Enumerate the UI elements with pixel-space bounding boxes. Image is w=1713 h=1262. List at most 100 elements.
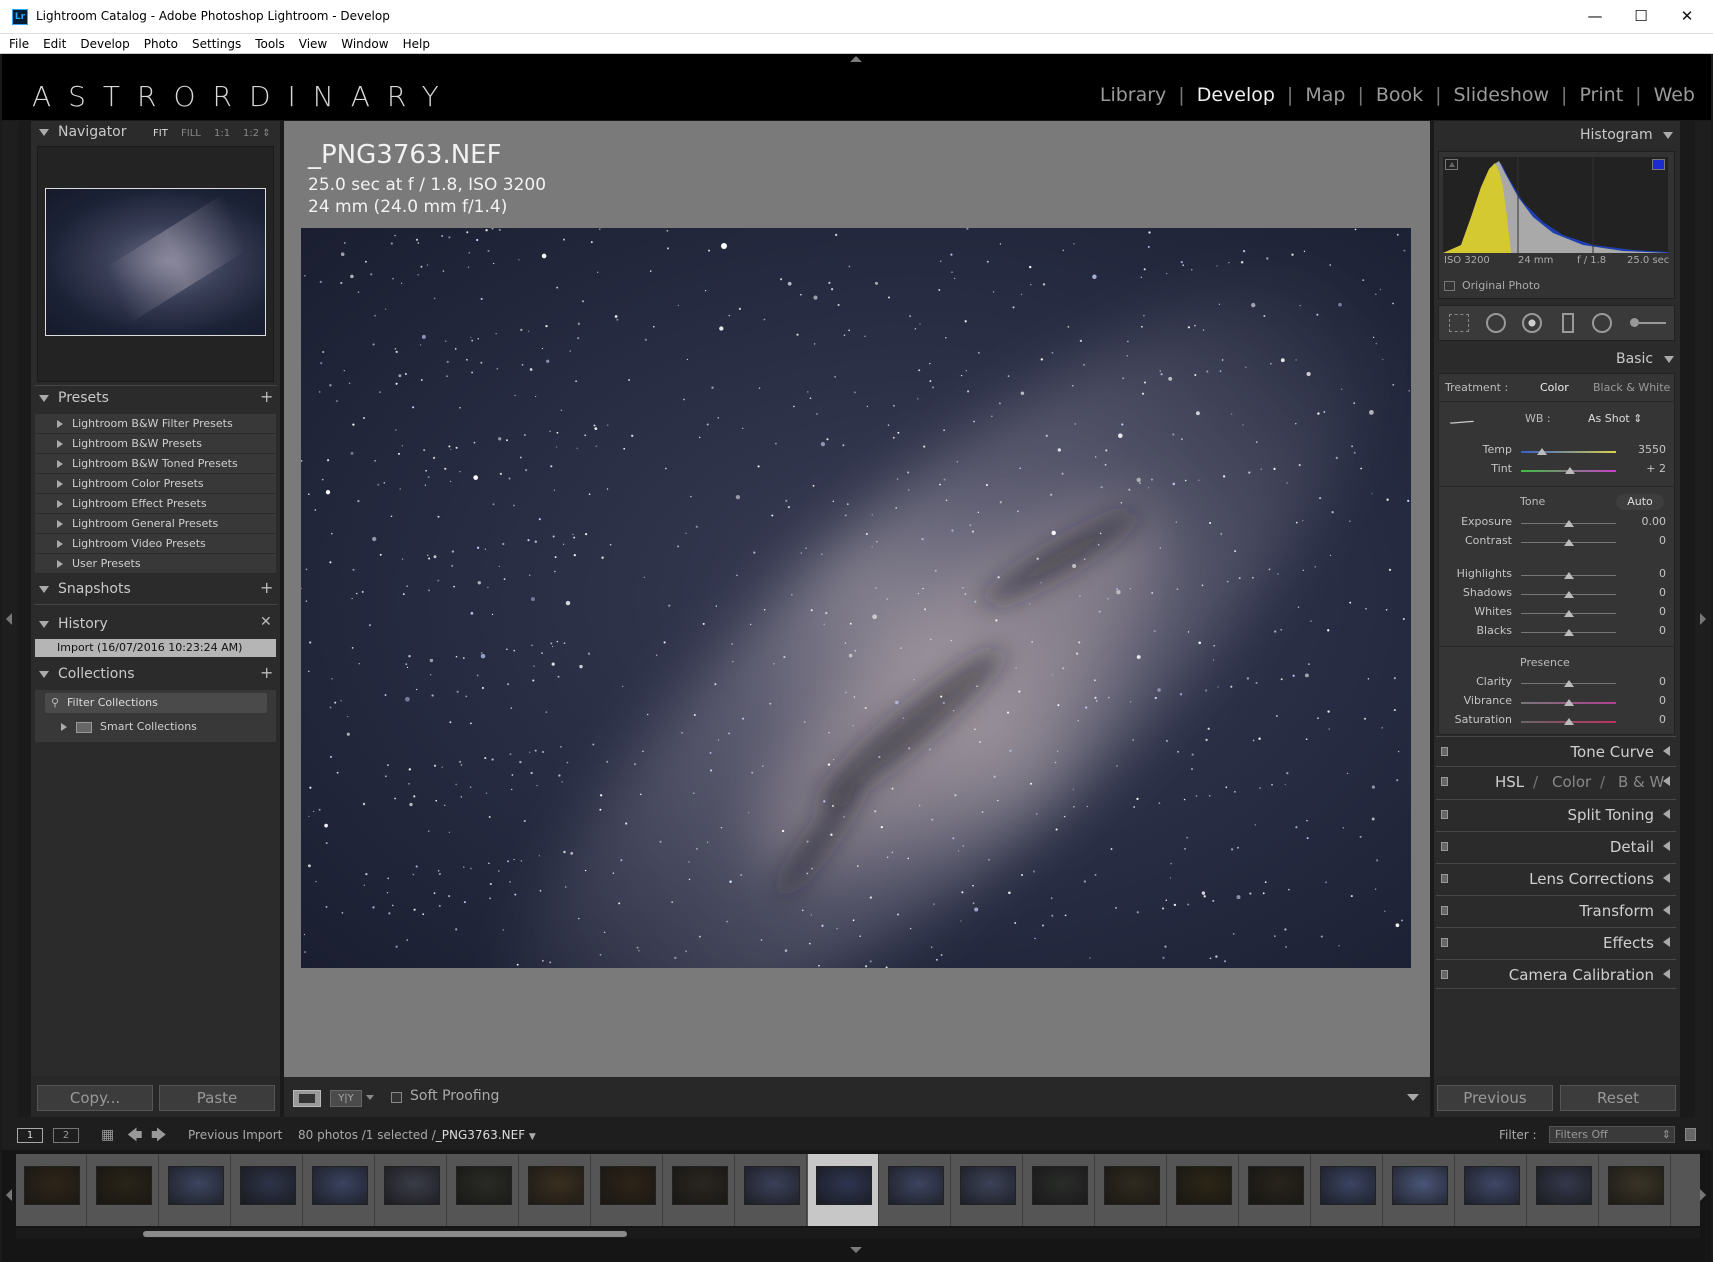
smart-collections-item[interactable]: Smart Collections — [61, 720, 197, 733]
module-library[interactable]: Library — [1100, 84, 1166, 106]
contrast-slider-handle[interactable] — [1563, 539, 1574, 546]
basic-header[interactable]: Basic — [1616, 351, 1674, 367]
reset-button[interactable]: Reset — [1560, 1085, 1676, 1111]
radial-filter-tool-icon[interactable] — [1592, 313, 1612, 333]
menu-view[interactable]: View — [299, 34, 327, 53]
filmstrip-scroll-left-icon[interactable] — [6, 1189, 12, 1201]
blacks-value[interactable]: 0 — [1622, 624, 1666, 637]
presets-header[interactable]: Presets — [39, 390, 109, 406]
original-photo-checkbox[interactable] — [1444, 281, 1455, 291]
hsl-panel-header[interactable]: HSL / Color / B & W — [1436, 766, 1676, 796]
highlights-slider-handle[interactable] — [1563, 572, 1574, 579]
filmstrip-thumbnail[interactable] — [88, 1154, 159, 1226]
clarity-value[interactable]: 0 — [1622, 675, 1666, 688]
menu-settings[interactable]: Settings — [192, 34, 241, 53]
contrast-value[interactable]: 0 — [1622, 534, 1666, 547]
history-header[interactable]: History — [39, 616, 108, 632]
saturation-slider-handle[interactable] — [1563, 718, 1574, 725]
transform-panel-header[interactable]: Transform — [1436, 895, 1676, 925]
filmstrip-thumbnail[interactable] — [808, 1154, 879, 1226]
module-slideshow[interactable]: Slideshow — [1454, 84, 1549, 106]
loupe-view-button[interactable] — [293, 1090, 321, 1107]
filmstrip-thumbnail[interactable] — [160, 1154, 231, 1226]
blacks-slider-handle[interactable] — [1563, 629, 1574, 636]
left-panel-toggle-icon[interactable] — [6, 613, 12, 625]
source-dropdown-icon[interactable]: ▼ — [529, 1132, 536, 1142]
before-after-button[interactable]: Y|Y — [330, 1090, 362, 1107]
filmstrip-thumbnail[interactable] — [1456, 1154, 1527, 1226]
zoom-1-1[interactable]: 1:1 — [214, 128, 230, 139]
preset-folder[interactable]: Lightroom Effect Presets — [35, 494, 276, 514]
shadow-clipping-icon[interactable] — [1445, 159, 1458, 170]
auto-tone-button[interactable]: Auto — [1616, 494, 1664, 510]
treatment-color-option[interactable]: Color — [1540, 381, 1569, 394]
filmstrip-thumbnail[interactable] — [1384, 1154, 1455, 1226]
navigator-thumbnail[interactable] — [45, 188, 266, 336]
bw-tab[interactable]: B & W — [1618, 773, 1664, 791]
tint-value[interactable]: + 2 — [1622, 462, 1666, 475]
preset-folder[interactable]: User Presets — [35, 554, 276, 574]
temp-value[interactable]: 3550 — [1622, 443, 1666, 456]
highlight-clipping-icon[interactable] — [1652, 159, 1665, 170]
filmstrip-thumbnail[interactable] — [1240, 1154, 1311, 1226]
preset-folder[interactable]: Lightroom Video Presets — [35, 534, 276, 554]
crop-overlay-tool-icon[interactable] — [1449, 314, 1469, 332]
lens-corrections-panel-header[interactable]: Lens Corrections — [1436, 863, 1676, 893]
before-after-dropdown-icon[interactable] — [366, 1095, 374, 1100]
soft-proofing-checkbox[interactable] — [391, 1092, 402, 1103]
split-toning-panel-header[interactable]: Split Toning — [1436, 799, 1676, 829]
forward-arrow-icon[interactable]: 🡆 — [151, 1125, 167, 1150]
zoom-custom[interactable]: 1:2 ⇕ — [243, 128, 271, 139]
filter-select[interactable]: Filters Off ⇕ — [1549, 1126, 1675, 1143]
bottom-panel-toggle-icon[interactable] — [850, 1247, 862, 1253]
grid-view-icon[interactable]: ▦ — [101, 1127, 114, 1143]
preset-folder[interactable]: Lightroom Color Presets — [35, 474, 276, 494]
effects-panel-header[interactable]: Effects — [1436, 927, 1676, 957]
add-preset-icon[interactable]: + — [260, 387, 273, 406]
clarity-slider-handle[interactable] — [1563, 680, 1574, 687]
secondary-window-button[interactable]: 2 — [53, 1128, 79, 1143]
whites-slider-handle[interactable] — [1563, 610, 1574, 617]
filmstrip-source[interactable]: Previous Import — [188, 1128, 282, 1142]
menu-tools[interactable]: Tools — [255, 34, 285, 53]
top-panel-toggle-icon[interactable] — [850, 56, 862, 62]
filmstrip-selected-file[interactable]: _PNG3763.NEF — [436, 1128, 525, 1142]
filmstrip-thumbnail[interactable] — [1168, 1154, 1239, 1226]
menu-file[interactable]: File — [9, 34, 29, 53]
add-snapshot-icon[interactable]: + — [260, 578, 273, 597]
saturation-value[interactable]: 0 — [1622, 713, 1666, 726]
previous-button[interactable]: Previous — [1437, 1085, 1553, 1111]
primary-window-button[interactable]: 1 — [17, 1128, 43, 1143]
preset-folder[interactable]: Lightroom B&W Toned Presets — [35, 454, 276, 474]
minimize-button[interactable]: — — [1572, 0, 1618, 34]
detail-panel-header[interactable]: Detail — [1436, 831, 1676, 861]
filmstrip-thumbnail[interactable] — [880, 1154, 951, 1226]
treatment-bw-option[interactable]: Black & White — [1593, 381, 1670, 394]
menu-edit[interactable]: Edit — [43, 34, 66, 53]
preset-folder[interactable]: Lightroom B&W Presets — [35, 434, 276, 454]
menu-help[interactable]: Help — [403, 34, 430, 53]
filmstrip-scrollbar-thumb[interactable] — [143, 1231, 627, 1237]
filter-lock-icon[interactable] — [1685, 1128, 1696, 1141]
filmstrip-thumbnail[interactable] — [448, 1154, 519, 1226]
module-develop[interactable]: Develop — [1197, 84, 1275, 106]
camera-calibration-panel-header[interactable]: Camera Calibration — [1436, 959, 1676, 989]
wb-select[interactable]: As Shot ⇕ — [1588, 412, 1642, 425]
preset-folder[interactable]: Lightroom General Presets — [35, 514, 276, 534]
filmstrip-thumbnail[interactable] — [592, 1154, 663, 1226]
preset-folder[interactable]: Lightroom B&W Filter Presets — [35, 414, 276, 434]
toolbar-content-dropdown-icon[interactable] — [1407, 1094, 1419, 1101]
spot-removal-tool-icon[interactable] — [1486, 313, 1506, 333]
exposure-value[interactable]: 0.00 — [1622, 515, 1667, 528]
navigator-header[interactable]: Navigator — [39, 124, 127, 140]
menu-window[interactable]: Window — [341, 34, 388, 53]
zoom-fill[interactable]: FILL — [181, 128, 201, 139]
filmstrip-thumbnail[interactable] — [1024, 1154, 1095, 1226]
filmstrip-thumbnail[interactable] — [376, 1154, 447, 1226]
tint-slider-handle[interactable] — [1565, 467, 1576, 474]
temp-slider-handle[interactable] — [1536, 448, 1547, 455]
adjustment-brush-tool-icon[interactable] — [1630, 318, 1666, 327]
histogram-graph[interactable] — [1443, 157, 1668, 253]
color-tab[interactable]: Color — [1552, 773, 1591, 791]
whites-value[interactable]: 0 — [1622, 605, 1666, 618]
